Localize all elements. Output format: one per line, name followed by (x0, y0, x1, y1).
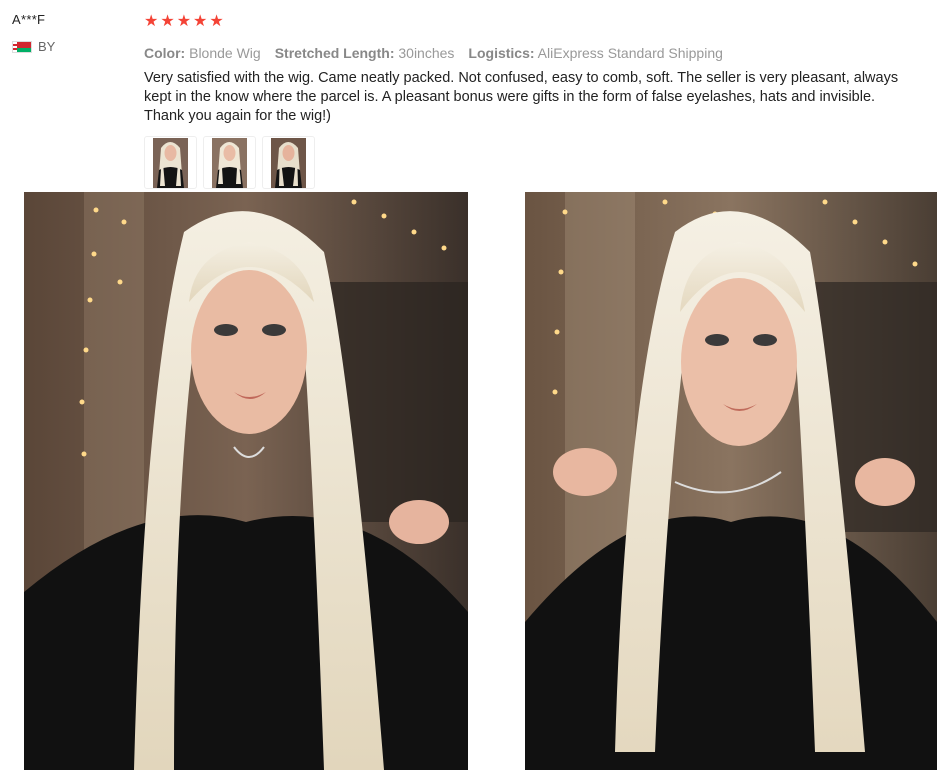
attribute-key: Logistics: (468, 45, 535, 61)
attribute-value: Blonde Wig (189, 45, 261, 61)
attribute-color: Color: Blonde Wig (144, 45, 261, 61)
review-thumbnail[interactable] (262, 136, 315, 189)
star-icon: ★ (193, 11, 208, 30)
thumbnail-image (271, 137, 306, 188)
thumbnail-image (212, 137, 247, 188)
review-content: ★ ★ ★ ★ ★ Color: Blonde Wig Stretched Le… (144, 10, 924, 189)
review-thumbnail[interactable] (203, 136, 256, 189)
attribute-value: AliExpress Standard Shipping (537, 45, 723, 61)
thumbnail-image (153, 137, 188, 188)
reviewer-country: BY (12, 39, 132, 54)
reviewer-name: A***F (12, 12, 46, 27)
review-attributes: Color: Blonde Wig Stretched Length: 30in… (144, 45, 924, 61)
star-icon: ★ (160, 11, 175, 30)
review-photo-1[interactable] (24, 192, 468, 770)
star-rating: ★ ★ ★ ★ ★ (144, 10, 924, 32)
attribute-length: Stretched Length: 30inches (275, 45, 455, 61)
belarus-flag-icon (12, 40, 32, 53)
attribute-key: Color: (144, 45, 186, 61)
review-thumbnail[interactable] (144, 136, 197, 189)
attribute-value: 30inches (398, 45, 455, 61)
attribute-key: Stretched Length: (274, 45, 395, 61)
review-text: Very satisfied with the wig. Came neatly… (144, 70, 899, 124)
star-icon: ★ (176, 11, 192, 30)
review-photo-2[interactable] (525, 192, 937, 770)
review-thumbnails (144, 136, 924, 189)
star-icon: ★ (209, 11, 224, 30)
reviewer-info: A***F BY (12, 12, 132, 54)
attribute-logistics: Logistics: AliExpress Standard Shipping (468, 45, 722, 61)
woman-platinum-wig-photo (24, 192, 468, 770)
woman-platinum-wig-photo (525, 192, 937, 770)
star-icon: ★ (144, 11, 159, 30)
country-code: BY (38, 39, 56, 54)
